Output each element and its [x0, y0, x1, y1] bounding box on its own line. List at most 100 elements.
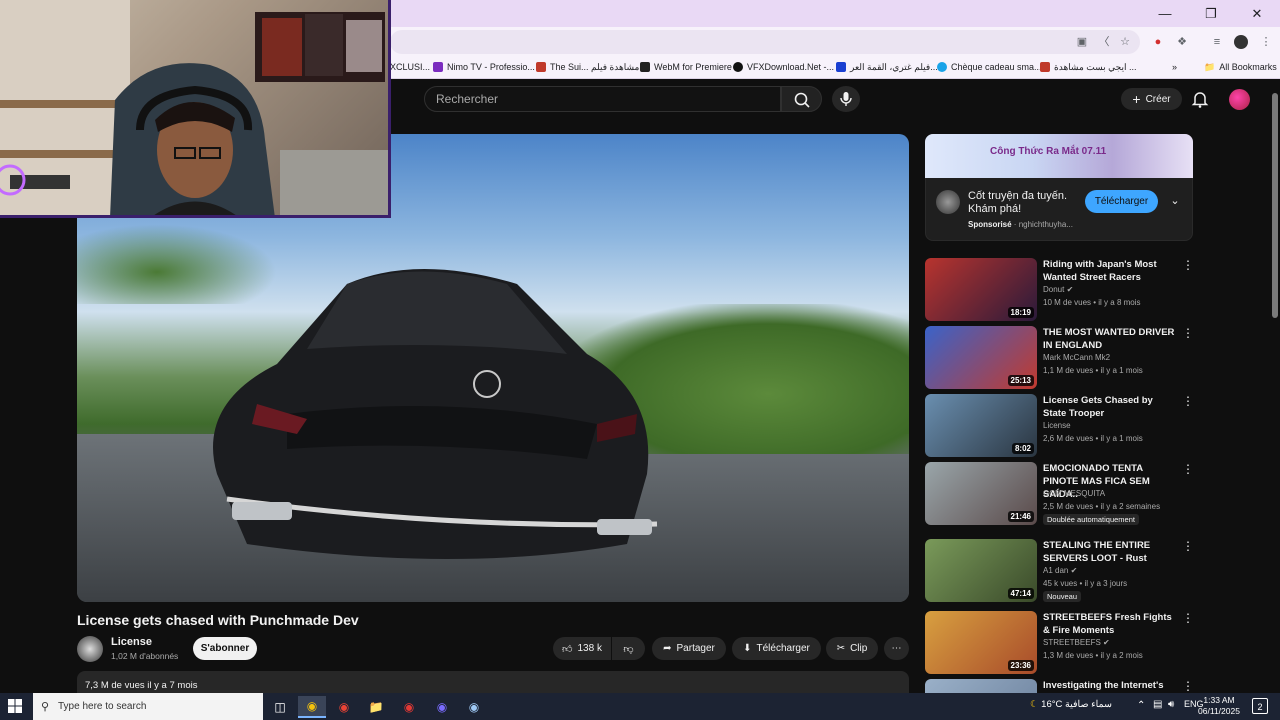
search-input[interactable]: Rechercher [424, 86, 781, 112]
ad-download-button[interactable]: Télécharger [1085, 190, 1158, 213]
address-bar[interactable] [390, 30, 1140, 54]
chrome-taskbar-icon[interactable]: ◉ [298, 696, 326, 718]
recommendation-item[interactable]: 25:13 THE MOST WANTED DRIVER IN ENGLAND … [925, 326, 1194, 390]
plus-icon: + [1132, 91, 1141, 107]
chrome-red-taskbar-icon[interactable]: ◉ [330, 696, 358, 718]
recommendation-channel[interactable]: GCM MESQUITA [1043, 489, 1105, 498]
bookmark-item[interactable]: Nimo TV - Professio... [433, 60, 535, 74]
recommendation-item[interactable]: 23:36 STREETBEEFS Fresh Fights & Fire Mo… [925, 611, 1194, 675]
recommendation-title[interactable]: Investigating the Internet's [1043, 679, 1175, 692]
bookmark-item[interactable]: WebM for Premiere [640, 60, 732, 74]
discord-taskbar-icon[interactable]: ◉ [428, 696, 456, 718]
obs-taskbar-icon[interactable]: ◉ [395, 696, 423, 718]
ad-advertiser-avatar[interactable] [936, 190, 960, 214]
recommendation-meta: 1,3 M de vues • il y a 2 mois [1043, 651, 1143, 660]
extensions-puzzle-icon[interactable]: ❖ [1175, 35, 1189, 49]
recommendation-channel[interactable]: STREETBEEFS ✔ [1043, 638, 1110, 647]
file-explorer-icon[interactable]: 📁 [362, 696, 390, 718]
car-image [213, 269, 658, 559]
restore-icon[interactable]: ❐ [1188, 0, 1234, 27]
notifications-bell-icon[interactable] [1190, 89, 1210, 109]
minimize-icon[interactable]: — [1142, 0, 1188, 27]
bookmark-item[interactable]: XCLUSI... [390, 60, 430, 74]
clip-button[interactable]: ✂ Clip [826, 637, 878, 660]
duration-badge: 18:19 [1007, 307, 1034, 318]
install-app-icon[interactable]: ▣ [1075, 35, 1089, 49]
bookmark-item[interactable]: ايجي بست مشاهدة ... [1040, 60, 1136, 74]
search-icon [794, 92, 810, 108]
video-thumbnail[interactable]: 47:14 [925, 539, 1037, 602]
account-avatar[interactable] [1229, 89, 1250, 110]
recommendation-item[interactable]: Investigating the Internet's ⋮ [925, 679, 1193, 693]
more-vertical-icon[interactable]: ⋮ [1182, 326, 1194, 340]
channel-avatar[interactable] [77, 636, 103, 662]
bookmarks-overflow-icon[interactable]: » [1172, 60, 1177, 74]
recommendation-meta: 45 k vues • il y a 3 jours [1043, 579, 1128, 588]
recommendation-channel[interactable]: A1 dan ✔ [1043, 566, 1077, 575]
like-button[interactable]: 👍︎ 138 k [553, 637, 611, 660]
bookmark-item[interactable]: VFXDownload.Net -... [733, 60, 834, 74]
video-thumbnail[interactable] [925, 679, 1037, 693]
bookmark-item[interactable]: The Sui... مشاهدة فيلم [536, 60, 639, 74]
profile-avatar[interactable] [1234, 35, 1248, 49]
media-control-icon[interactable]: ≡ [1210, 35, 1224, 49]
more-vertical-icon[interactable]: ⋮ [1182, 611, 1194, 625]
taskbar-search-input[interactable]: ⚲ Type here to search [33, 693, 263, 720]
more-vertical-icon[interactable]: ⋮ [1182, 258, 1194, 272]
weather-widget[interactable]: ☾ 16°C سماء صافية [1030, 699, 1112, 710]
channel-name[interactable]: License [111, 636, 152, 648]
bookmark-item[interactable]: فيلم غتري، القمة العر... [836, 60, 938, 74]
more-vertical-icon[interactable]: ⋮ [1182, 462, 1194, 476]
all-bookmarks[interactable]: 📁 All Bookmarks [1204, 60, 1277, 74]
ad-title[interactable]: Cốt truyện đa tuyến. Khám phá! [968, 190, 1080, 216]
star-bookmark-icon[interactable]: ☆ [1118, 35, 1132, 49]
video-stats: 7,3 M de vues il y a 7 mois [85, 680, 198, 691]
recommendation-item[interactable]: 8:02 License Gets Chased by State Troope… [925, 394, 1194, 458]
video-thumbnail[interactable]: 8:02 [925, 394, 1037, 457]
recommendation-title[interactable]: STREETBEEFS Fresh Fights & Fire Moments [1043, 611, 1175, 637]
steam-taskbar-icon[interactable]: ◉ [460, 696, 488, 718]
recommendation-item[interactable]: 21:46 EMOCIONADO TENTA PINOTE MAS FICA S… [925, 462, 1194, 526]
tray-overflow-icon[interactable]: ⌃ [1137, 700, 1145, 711]
create-button[interactable]: + Créer [1121, 88, 1182, 110]
clock[interactable]: 1:33 AM 06/11/2025 [1197, 695, 1241, 717]
subscribe-button[interactable]: S'abonner [193, 637, 257, 660]
bookmark-item[interactable]: Chèque cadeau sma... [937, 60, 1042, 74]
translate-icon[interactable]: 〈 [1097, 35, 1111, 49]
recommendation-channel[interactable]: License [1043, 421, 1071, 430]
network-icon[interactable]: ▤ [1153, 699, 1162, 710]
subscriber-count: 1,02 M d'abonnés [111, 651, 179, 661]
notification-center-icon[interactable]: 2 [1252, 698, 1268, 714]
share-button[interactable]: ➦ Partager [652, 637, 726, 660]
volume-icon[interactable]: 🔊︎ [1168, 699, 1174, 710]
more-vertical-icon[interactable]: ⋮ [1182, 394, 1194, 408]
task-view-icon[interactable]: ◫ [266, 696, 294, 718]
search-button[interactable] [781, 86, 822, 112]
scrollbar-thumb[interactable] [1272, 93, 1278, 318]
video-thumbnail[interactable]: 18:19 [925, 258, 1037, 321]
thumbs-up-icon: 👍︎ [562, 643, 573, 655]
video-thumbnail[interactable]: 23:36 [925, 611, 1037, 674]
voice-search-button[interactable] [832, 86, 860, 112]
recommendation-title[interactable]: STEALING THE ENTIRE SERVERS LOOT - Rust [1043, 539, 1175, 565]
dislike-button[interactable]: 👎︎ [612, 637, 645, 660]
recommendation-channel[interactable]: Mark McCann Mk2 [1043, 353, 1110, 362]
video-thumbnail[interactable]: 25:13 [925, 326, 1037, 389]
recommendation-title[interactable]: License Gets Chased by State Trooper [1043, 394, 1175, 420]
recommendation-title[interactable]: THE MOST WANTED DRIVER IN ENGLAND [1043, 326, 1175, 352]
recommendation-item[interactable]: 18:19 Riding with Japan's Most Wanted St… [925, 258, 1194, 322]
video-thumbnail[interactable]: 21:46 [925, 462, 1037, 525]
recommendation-title[interactable]: Riding with Japan's Most Wanted Street R… [1043, 258, 1175, 284]
more-vertical-icon[interactable]: ⋮ [1182, 679, 1193, 693]
windows-start-icon[interactable] [8, 699, 22, 713]
extension-red-icon[interactable]: ● [1151, 35, 1165, 49]
chevron-down-icon[interactable]: ⌄ [1168, 194, 1182, 208]
recommendation-item[interactable]: 47:14 STEALING THE ENTIRE SERVERS LOOT -… [925, 539, 1194, 603]
download-button[interactable]: ⬇ Télécharger [732, 637, 821, 660]
more-actions-button[interactable]: ⋯ [884, 637, 909, 660]
recommendation-channel[interactable]: Donut ✔ [1043, 285, 1073, 294]
browser-menu-icon[interactable]: ⋮ [1259, 35, 1273, 49]
more-vertical-icon[interactable]: ⋮ [1182, 539, 1194, 553]
close-window-icon[interactable]: ✕ [1234, 0, 1280, 27]
duration-badge: 25:13 [1007, 375, 1034, 386]
